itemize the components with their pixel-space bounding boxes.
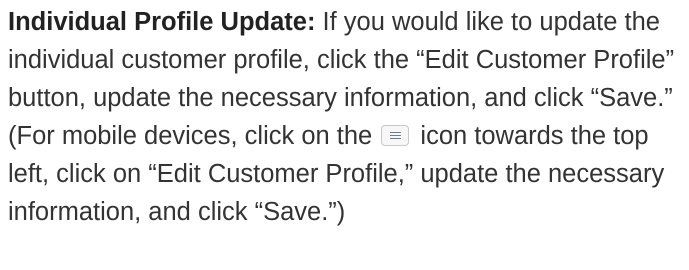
paragraph-heading: Individual Profile Update: [8, 8, 316, 36]
menu-icon [381, 125, 410, 146]
document-body: Individual Profile Update: If you would … [0, 0, 689, 270]
profile-update-paragraph: Individual Profile Update: If you would … [8, 3, 689, 231]
